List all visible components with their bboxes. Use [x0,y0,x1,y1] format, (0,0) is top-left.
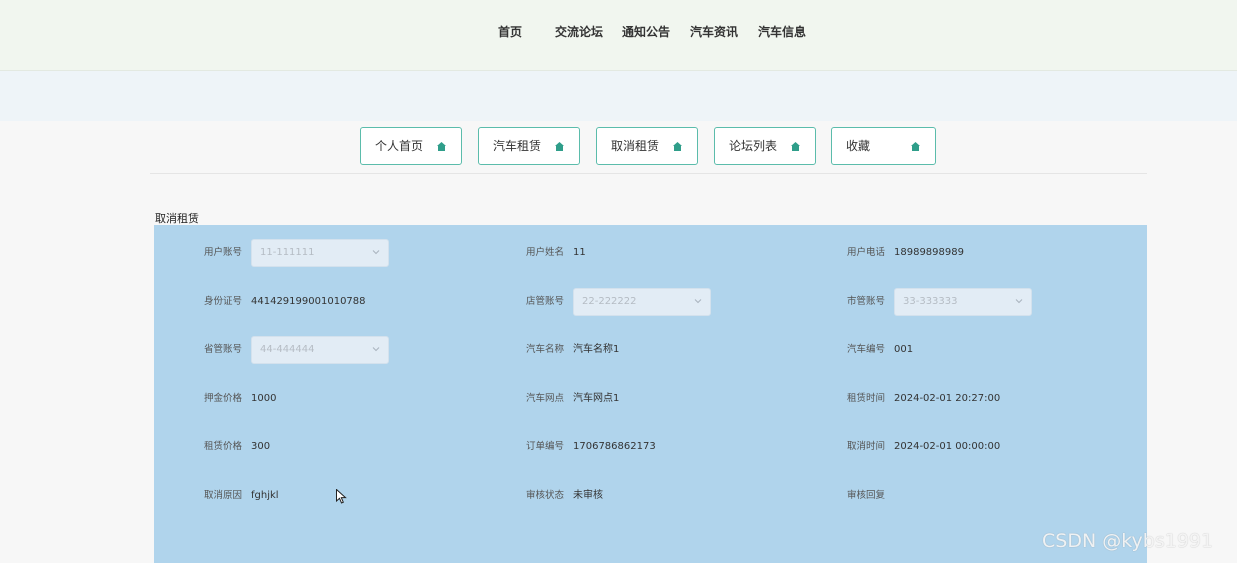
field-label: 省管账号 [204,344,243,355]
nav-car-info[interactable]: 汽车信息 [758,22,806,42]
chevron-down-icon [694,299,702,304]
field-value: 1000 [251,393,277,404]
province-account-select[interactable]: 44-444444 [251,336,389,364]
chevron-down-icon [372,347,380,352]
field-label: 店管账号 [526,296,565,307]
tab-label: 汽车租赁 [493,139,542,153]
main-nav: 首页 交流论坛 通知公告 汽车资讯 汽车信息 [0,22,1237,42]
field-label: 汽车编号 [847,344,886,355]
field-label: 身份证号 [204,296,243,307]
tab-car-rental[interactable]: 汽车租赁 [478,127,580,165]
user-account-select[interactable]: 11-111111 [251,239,389,267]
tab-profile[interactable]: 个人首页 [360,127,462,165]
field-label: 审核回复 [847,490,886,501]
field-value: 2024-02-01 20:27:00 [894,393,1001,404]
tab-cancel-rental[interactable]: 取消租赁 [596,127,698,165]
field-value: 汽车名称1 [573,344,620,355]
select-value: 33-333333 [903,296,958,307]
field-label: 用户姓名 [526,247,565,258]
tab-label: 收藏 [846,139,871,153]
tab-label: 取消租赁 [611,139,660,153]
field-value: 2024-02-01 00:00:00 [894,441,1001,452]
field-label: 审核状态 [526,490,565,501]
field-label: 租赁时间 [847,393,886,404]
tab-label: 个人首页 [375,139,424,153]
field-label: 取消时间 [847,441,886,452]
home-icon [791,142,800,151]
home-icon [555,142,564,151]
field-value: 汽车网点1 [573,393,620,404]
field-value: 1706786862173 [573,441,656,452]
banner-band [0,71,1237,121]
tab-forum-list[interactable]: 论坛列表 [714,127,816,165]
chevron-down-icon [372,250,380,255]
field-value: 300 [251,441,271,452]
field-value: 441429199001010788 [251,296,366,307]
city-account-select[interactable]: 33-333333 [894,288,1032,316]
field-value: 11 [573,247,586,258]
home-icon [437,142,446,151]
field-label: 订单编号 [526,441,565,452]
divider [150,173,1147,174]
chevron-down-icon [1015,299,1023,304]
field-label: 市管账号 [847,296,886,307]
cancel-rental-form: 用户账号 11-111111 用户姓名 11 用户电话 18989898989 … [154,225,1147,563]
select-value: 11-111111 [260,247,315,258]
home-icon [673,142,682,151]
select-value: 44-444444 [260,344,315,355]
select-value: 22-222222 [582,296,637,307]
store-account-select[interactable]: 22-222222 [573,288,711,316]
nav-notice[interactable]: 通知公告 [622,22,670,42]
nav-home[interactable]: 首页 [498,22,522,42]
nav-forum[interactable]: 交流论坛 [555,22,603,42]
home-icon [911,142,920,151]
tab-label: 论坛列表 [729,139,778,153]
field-label: 用户账号 [204,247,243,258]
field-value: fghjkl [251,490,279,501]
field-label: 取消原因 [204,490,243,501]
tab-favorites[interactable]: 收藏 [831,127,936,165]
field-value: 未审核 [573,490,603,501]
field-value: 001 [894,344,914,355]
watermark: CSDN @kybs1991 [1042,530,1214,552]
section-title: 取消租赁 [155,212,199,225]
field-label: 租赁价格 [204,441,243,452]
field-label: 汽车名称 [526,344,565,355]
mouse-cursor-icon [336,489,347,504]
field-label: 用户电话 [847,247,886,258]
top-header: 首页 交流论坛 通知公告 汽车资讯 汽车信息 [0,0,1237,71]
field-value: 18989898989 [894,247,964,258]
nav-car-news[interactable]: 汽车资讯 [690,22,738,42]
field-label: 汽车网点 [526,393,565,404]
field-label: 押金价格 [204,393,243,404]
